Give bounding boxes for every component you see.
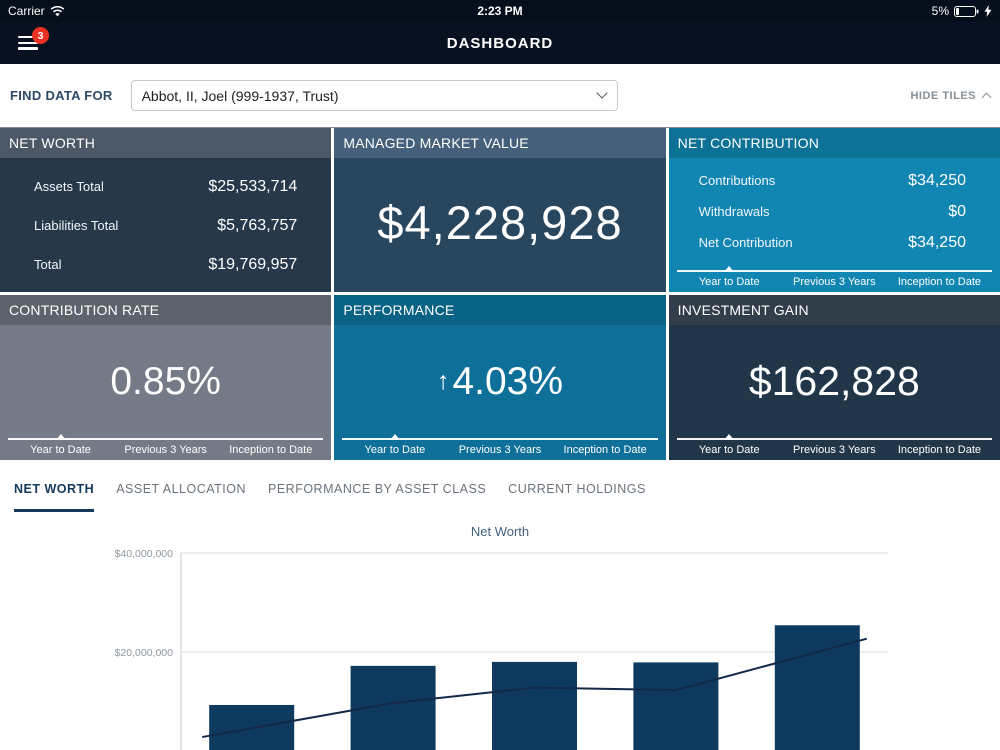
row-label: Total [34, 257, 62, 272]
period-row: Year to Date Previous 3 Years Inception … [8, 434, 324, 456]
chevron-up-icon [981, 92, 992, 102]
tab-net-worth[interactable]: NET WORTH [14, 468, 95, 512]
charging-bolt-icon [984, 5, 992, 17]
period-inception-to-date[interactable]: Inception to Date [887, 444, 992, 456]
find-data-bar: FIND DATA FOR Abbot, II, Joel (999-1937,… [0, 64, 1000, 128]
period-previous-3-years[interactable]: Previous 3 Years [447, 444, 552, 456]
status-right: 5% [932, 4, 992, 18]
tile-managed-market-value: MANAGED MARKET VALUE $4,228,928 [334, 128, 666, 292]
svg-text:$20,000,000: $20,000,000 [115, 647, 174, 659]
client-select-wrap: Abbot, II, Joel (999-1937, Trust) [130, 80, 618, 111]
row-value: $0 [948, 202, 966, 220]
net-contribution-row: Net Contribution $34,250 [699, 227, 966, 258]
net-worth-row: Total $19,769,957 [34, 245, 297, 284]
status-left: Carrier [8, 4, 65, 18]
page-title: DASHBOARD [446, 34, 554, 52]
performance-value-wrap: ↑ 4.03% [334, 325, 665, 438]
tile-investment-gain: INVESTMENT GAIN $162,828 Year to Date Pr… [668, 295, 1000, 460]
tab-performance-by-asset-class[interactable]: PERFORMANCE BY ASSET CLASS [268, 468, 486, 512]
contribution-rate-value: 0.85% [110, 359, 221, 403]
dashboard-screen: Carrier 2:23 PM 5% 3 DASHBOARD FIND DATA… [0, 0, 1000, 750]
tile-performance-title: PERFORMANCE [334, 295, 666, 325]
net-contribution-rows: Contributions $34,250 Withdrawals $0 Net… [669, 158, 1000, 258]
net-worth-rows: Assets Total $25,533,714 Liabilities Tot… [0, 158, 331, 284]
find-data-label: FIND DATA FOR [10, 88, 113, 103]
row-label: Assets Total [34, 179, 104, 194]
notification-badge: 3 [32, 27, 49, 44]
period-year-to-date[interactable]: Year to Date [342, 434, 447, 456]
tile-net-worth-title: NET WORTH [0, 128, 332, 158]
period-year-to-date[interactable]: Year to Date [8, 434, 113, 456]
period-previous-3-years[interactable]: Previous 3 Years [782, 276, 887, 288]
tile-net-contribution-title: NET CONTRIBUTION [668, 128, 1000, 158]
client-select[interactable]: Abbot, II, Joel (999-1937, Trust) [130, 80, 618, 111]
net-contribution-row: Withdrawals $0 [699, 196, 966, 227]
carrier-label: Carrier [8, 4, 45, 18]
period-year-to-date[interactable]: Year to Date [677, 434, 782, 456]
status-bar: Carrier 2:23 PM 5% [0, 0, 1000, 22]
tile-managed-market-value-title: MANAGED MARKET VALUE [334, 128, 666, 158]
net-worth-chart-section: Net Worth $40,000,000 $20,000,000 [0, 512, 1000, 750]
tiles-grid: NET WORTH Assets Total $25,533,714 Liabi… [0, 128, 1000, 460]
net-worth-row: Liabilities Total $5,763,757 [34, 206, 297, 245]
tile-net-contribution: NET CONTRIBUTION Contributions $34,250 W… [668, 128, 1000, 292]
section-tabs: NET WORTH ASSET ALLOCATION PERFORMANCE B… [0, 468, 1000, 512]
tile-net-worth: NET WORTH Assets Total $25,533,714 Liabi… [0, 128, 332, 292]
period-inception-to-date[interactable]: Inception to Date [218, 444, 323, 456]
net-worth-row: Assets Total $25,533,714 [34, 167, 297, 206]
period-selector: Year to Date Previous 3 Years Inception … [669, 266, 1000, 292]
tile-contribution-rate: CONTRIBUTION RATE 0.85% Year to Date Pre… [0, 295, 332, 460]
selected-period-marker [55, 434, 66, 440]
nav-bar: 3 DASHBOARD [0, 22, 1000, 64]
period-inception-to-date[interactable]: Inception to Date [553, 444, 658, 456]
investment-gain-value: $162,828 [748, 358, 920, 404]
period-selector: Year to Date Previous 3 Years Inception … [669, 434, 1000, 460]
row-label: Contributions [698, 173, 776, 188]
svg-text:$40,000,000: $40,000,000 [115, 548, 174, 560]
hide-tiles-button[interactable]: HIDE TILES [910, 89, 992, 102]
row-value: $25,533,714 [208, 177, 298, 195]
net-contribution-row: Contributions $34,250 [699, 165, 966, 196]
period-selector: Year to Date Previous 3 Years Inception … [334, 434, 665, 460]
hide-tiles-label: HIDE TILES [910, 89, 976, 102]
managed-market-value: $4,228,928 [377, 195, 623, 249]
tile-investment-gain-title: INVESTMENT GAIN [668, 295, 1000, 325]
battery-percent: 5% [931, 4, 949, 18]
tile-contribution-rate-title: CONTRIBUTION RATE [0, 295, 332, 325]
row-value: $5,763,757 [217, 216, 298, 234]
row-label: Liabilities Total [34, 218, 119, 233]
performance-value: 4.03% [452, 359, 564, 403]
period-row: Year to Date Previous 3 Years Inception … [676, 266, 992, 288]
period-inception-to-date[interactable]: Inception to Date [887, 276, 992, 288]
tab-asset-allocation[interactable]: ASSET ALLOCATION [116, 468, 246, 512]
selected-period-marker [724, 266, 735, 272]
wifi-icon [50, 5, 64, 16]
period-previous-3-years[interactable]: Previous 3 Years [782, 444, 887, 456]
tab-current-holdings[interactable]: CURRENT HOLDINGS [508, 468, 646, 512]
period-year-to-date[interactable]: Year to Date [677, 266, 782, 288]
selected-period-marker [389, 434, 400, 440]
period-row: Year to Date Previous 3 Years Inception … [342, 434, 658, 456]
selected-period-marker [724, 434, 735, 440]
chart-title: Net Worth [470, 524, 530, 539]
battery-icon [954, 5, 979, 17]
row-value: $34,250 [908, 171, 966, 189]
row-value: $34,250 [908, 233, 966, 251]
period-selector: Year to Date Previous 3 Years Inception … [0, 434, 331, 460]
net-worth-bar-chart: $40,000,000 $20,000,000 [115, 548, 888, 750]
row-label: Withdrawals [698, 204, 770, 219]
hamburger-menu-button[interactable]: 3 [18, 27, 49, 52]
clock: 2:23 PM [477, 4, 523, 18]
row-value: $19,769,957 [208, 255, 298, 273]
arrow-up-icon: ↑ [436, 367, 450, 395]
period-row: Year to Date Previous 3 Years Inception … [676, 434, 992, 456]
tile-performance: PERFORMANCE ↑ 4.03% Year to Date Previou… [334, 295, 666, 460]
period-previous-3-years[interactable]: Previous 3 Years [113, 444, 218, 456]
row-label: Net Contribution [698, 235, 793, 250]
